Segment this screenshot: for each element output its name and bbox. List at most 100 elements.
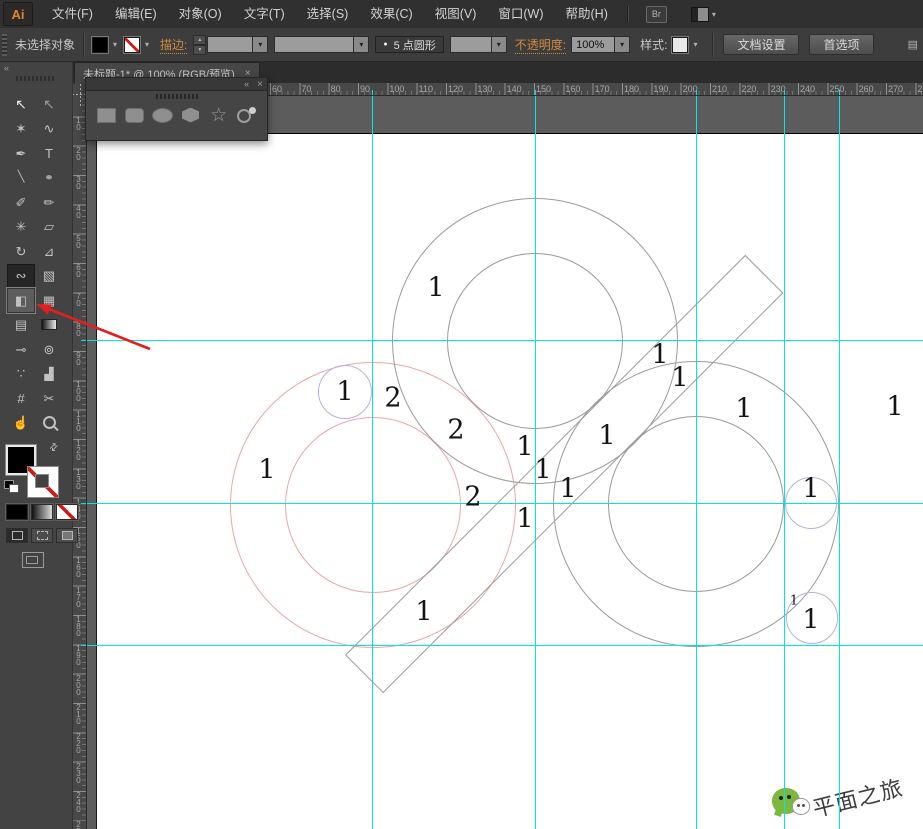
style-dropdown[interactable]: ▾ xyxy=(672,36,699,53)
region-count-label[interactable]: 1 xyxy=(598,421,615,452)
ellipse-tool[interactable]: ● xyxy=(35,166,63,191)
perspective-grid-tool[interactable]: ▦ xyxy=(35,288,63,313)
swap-fill-stroke-icon[interactable]: ⇄ xyxy=(47,441,61,455)
pencil-tool[interactable]: ✏ xyxy=(35,190,63,215)
blend-tool[interactable]: ⊚ xyxy=(35,337,63,362)
stroke-color-swatch[interactable] xyxy=(27,466,59,498)
guide-vertical[interactable] xyxy=(839,95,840,829)
polygon-tool[interactable] xyxy=(179,103,203,127)
magic-wand-tool[interactable]: ✶ xyxy=(7,117,35,142)
region-count-label[interactable]: 1 xyxy=(258,455,275,486)
width-profile-dropdown[interactable]: ▾ xyxy=(274,36,370,53)
step-up-icon[interactable]: ▲ xyxy=(193,34,207,45)
width-tool[interactable]: ∾ xyxy=(7,263,35,288)
region-count-label[interactable]: 1 xyxy=(735,394,752,425)
tearoff-panel-header[interactable]: « × xyxy=(86,78,267,91)
region-count-label[interactable]: 1 xyxy=(651,340,668,371)
gradient-mode-button[interactable] xyxy=(31,504,53,520)
line-segment-tool[interactable]: ╲ xyxy=(7,166,35,191)
region-count-label[interactable]: 1 xyxy=(886,392,903,423)
step-down-icon[interactable]: ▼ xyxy=(193,44,207,55)
region-count-label[interactable]: 1 xyxy=(516,432,533,463)
type-tool[interactable]: T xyxy=(35,141,63,166)
region-count-label[interactable]: 1 xyxy=(802,474,819,505)
none-mode-button[interactable] xyxy=(56,504,78,520)
region-count-label[interactable]: 1 xyxy=(671,363,688,394)
selection-tool[interactable]: ↖ xyxy=(7,92,35,117)
stroke-weight-stepper[interactable]: ▲ ▼ xyxy=(193,34,207,55)
menu-window[interactable]: 窗口(W) xyxy=(487,0,554,28)
menu-type[interactable]: 文字(T) xyxy=(233,0,296,28)
document-setup-button[interactable]: 文档设置 xyxy=(723,34,800,55)
pen-tool[interactable]: ✒ xyxy=(7,141,35,166)
menu-effect[interactable]: 效果(C) xyxy=(359,0,423,28)
guide-horizontal[interactable] xyxy=(86,503,923,504)
hand-tool[interactable]: ☝ xyxy=(7,411,35,436)
flare-tool[interactable] xyxy=(235,103,259,127)
fill-color-control[interactable]: ▾ xyxy=(92,36,119,53)
rotate-tool[interactable]: ↻ xyxy=(7,239,35,264)
mesh-tool[interactable]: ▤ xyxy=(7,313,35,338)
stroke-color-control[interactable]: ▾ xyxy=(124,36,151,53)
close-icon[interactable]: × xyxy=(257,79,263,90)
region-count-label[interactable]: 2 xyxy=(447,415,464,446)
region-count-label[interactable]: 1 xyxy=(559,474,576,505)
region-count-label[interactable]: 1 xyxy=(534,455,551,486)
panel-grip[interactable] xyxy=(2,33,7,56)
guide-vertical[interactable] xyxy=(696,95,697,829)
ellipse-tool[interactable] xyxy=(150,103,174,127)
region-count-label[interactable]: 2 xyxy=(464,482,481,513)
menu-object[interactable]: 对象(O) xyxy=(168,0,233,28)
menu-help[interactable]: 帮助(H) xyxy=(555,0,619,28)
paintbrush-tool[interactable]: ✐ xyxy=(7,190,35,215)
workspace-switcher[interactable]: ▾ xyxy=(690,6,716,22)
region-count-label[interactable]: 1 xyxy=(415,597,432,628)
guide-horizontal[interactable] xyxy=(86,340,923,341)
eyedropper-tool[interactable]: ⊸ xyxy=(7,337,35,362)
region-count-label[interactable]: 1 xyxy=(790,594,798,609)
free-transform-tool[interactable]: ▧ xyxy=(35,264,63,289)
preferences-button[interactable]: 首选项 xyxy=(809,34,874,55)
collapse-panel-icon[interactable]: « xyxy=(244,79,249,89)
menu-edit[interactable]: 编辑(E) xyxy=(104,0,168,28)
direct-selection-tool[interactable]: ↖ xyxy=(35,92,63,117)
draw-normal-button[interactable] xyxy=(6,528,28,543)
zoom-tool[interactable] xyxy=(35,411,63,436)
menu-select[interactable]: 选择(S) xyxy=(296,0,360,28)
gradient-tool[interactable] xyxy=(35,313,63,338)
guide-horizontal[interactable] xyxy=(86,645,923,646)
artboard-tool[interactable]: # xyxy=(7,386,35,411)
color-mode-button[interactable] xyxy=(6,504,28,520)
stroke-panel-link[interactable]: 描边: xyxy=(160,36,188,54)
draw-behind-button[interactable] xyxy=(31,528,53,543)
tearoff-panel-grip[interactable] xyxy=(156,94,198,99)
brush-definition-dropdown[interactable]: ▾ xyxy=(449,36,507,53)
stroke-weight-value[interactable] xyxy=(207,36,254,53)
chevron-down-icon[interactable]: ▾ xyxy=(615,36,631,53)
region-count-label[interactable]: 1 xyxy=(427,273,444,304)
chevron-down-icon[interactable]: ▾ xyxy=(253,36,269,53)
stroke-weight-field[interactable]: ▾ xyxy=(207,36,269,53)
default-fill-stroke-icon[interactable] xyxy=(4,480,19,493)
brush-dropdown[interactable]: ● 5 点圆形 xyxy=(375,36,444,53)
menu-view[interactable]: 视图(V) xyxy=(424,0,488,28)
opacity-field[interactable]: 100% ▾ xyxy=(571,36,631,53)
column-graph-tool[interactable]: ▟ xyxy=(35,362,63,387)
rectangle-tool[interactable] xyxy=(94,103,118,127)
canvas-viewport[interactable]: 1112221111111111111 平面之旅 xyxy=(86,95,923,829)
opacity-panel-link[interactable]: 不透明度: xyxy=(514,36,567,54)
guide-vertical[interactable] xyxy=(372,95,373,829)
symbol-sprayer-tool[interactable]: ∵ xyxy=(7,362,35,387)
collapse-panel-icon[interactable]: « xyxy=(4,63,9,73)
chevron-down-icon[interactable]: ▾ xyxy=(491,36,507,53)
control-panel-menu-icon[interactable]: ▤ xyxy=(908,38,918,51)
blob-brush-tool[interactable]: ✳ xyxy=(7,215,35,240)
region-count-label[interactable]: 1 xyxy=(802,605,819,636)
star-tool[interactable]: ☆ xyxy=(207,103,231,127)
menu-file[interactable]: 文件(F) xyxy=(41,0,104,28)
vertical-ruler[interactable]: 01 02 03 04 05 06 07 08 09 01 0 01 1 01 … xyxy=(72,95,87,829)
shape-builder-tool[interactable]: ◧ xyxy=(7,288,35,313)
draw-inside-button[interactable] xyxy=(56,528,78,543)
eraser-tool[interactable]: ▱ xyxy=(35,215,63,240)
region-count-label[interactable]: 1 xyxy=(516,504,533,535)
